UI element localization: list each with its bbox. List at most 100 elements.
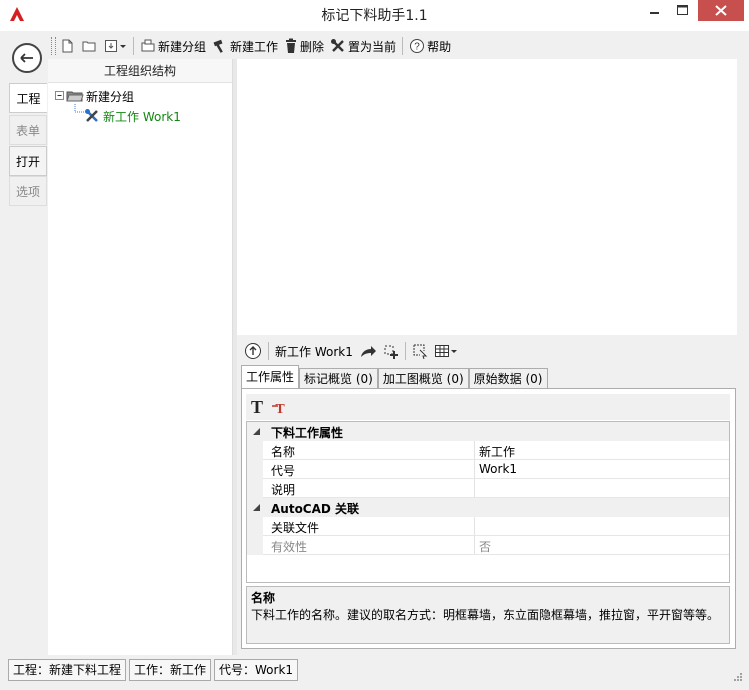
title-bar: 标记下料助手1.1: [0, 0, 749, 31]
help-button[interactable]: ? 帮助: [406, 35, 454, 57]
table-dropdown-button[interactable]: [431, 340, 461, 362]
tools-icon: [331, 39, 344, 52]
help-icon: ?: [410, 39, 425, 53]
new-group-icon: [141, 39, 155, 52]
status-code: 代号：Work1: [214, 659, 299, 681]
new-work-button[interactable]: 新建工作: [209, 35, 281, 57]
text-format-icon: T: [272, 402, 285, 416]
collapse-icon[interactable]: [54, 90, 66, 102]
tree-header: 工程组织结构: [48, 59, 232, 83]
current-work-label: 新工作 Work1: [275, 344, 353, 359]
set-current-button[interactable]: 置为当前: [327, 35, 399, 57]
property-grid: 下料工作属性 名称 新工作 代号 Work1 说明 AutoCAD 关联 关联文…: [246, 421, 730, 583]
property-value[interactable]: 否: [479, 538, 491, 555]
tab-mark-overview[interactable]: 标记概览 (0): [299, 368, 378, 389]
category-label: AutoCAD 关联: [271, 502, 360, 516]
detail-tabs: 工作属性 标记概览 (0) 加工图概览 (0) 原始数据 (0): [241, 365, 548, 389]
back-button[interactable]: [12, 43, 42, 73]
property-row[interactable]: 关联文件: [247, 517, 729, 536]
tree-work-label: 新工作 Work1: [103, 109, 181, 124]
sidebar-tab-project[interactable]: 工程: [9, 83, 47, 113]
property-value[interactable]: Work1: [479, 462, 517, 476]
detail-toolbar: 新工作 Work1: [241, 339, 737, 363]
tree-node-group[interactable]: 新建分组: [54, 86, 134, 106]
property-row[interactable]: 有效性 否: [247, 536, 729, 555]
status-project: 工程：新建下料工程: [8, 659, 127, 681]
maximize-button[interactable]: [668, 0, 696, 21]
select-button[interactable]: [409, 340, 431, 362]
collapse-triangle-icon[interactable]: [252, 427, 261, 436]
open-folder-button[interactable]: [78, 35, 100, 57]
back-arrow-icon: [20, 53, 33, 63]
main-toolbar: 新建分组 新建工作 删除 置为当前 ? 帮助: [47, 33, 737, 59]
property-toolbar: T T: [246, 394, 730, 420]
sidebar-tab-forms[interactable]: 表单: [9, 115, 47, 145]
add-points-icon: [384, 345, 398, 359]
toolbar-separator: [133, 37, 134, 55]
category-row[interactable]: AutoCAD 关联: [247, 498, 729, 517]
resize-grip-icon[interactable]: [733, 672, 743, 682]
trash-icon: [286, 38, 297, 53]
description-title: 名称: [251, 591, 276, 605]
new-work-label: 新建工作: [230, 39, 279, 54]
property-name: 关联文件: [271, 521, 320, 535]
set-current-label: 置为当前: [348, 39, 397, 54]
sidebar-tab-open[interactable]: 打开: [9, 146, 47, 176]
help-label: 帮助: [427, 39, 452, 54]
svg-text:?: ?: [414, 42, 420, 53]
category-label: 下料工作属性: [271, 426, 344, 440]
folder-icon: [82, 41, 96, 52]
minimize-button[interactable]: [640, 0, 668, 21]
close-button[interactable]: [698, 0, 744, 21]
tab-raw-data[interactable]: 原始数据 (0): [468, 368, 548, 389]
add-points-button[interactable]: [380, 340, 402, 362]
up-button[interactable]: [241, 340, 265, 362]
tree-node-work[interactable]: 新工作 Work1: [84, 106, 181, 126]
delete-label: 删除: [300, 39, 325, 54]
toolbar-separator: [402, 37, 404, 55]
forward-arrow-icon: [360, 346, 376, 357]
forward-button[interactable]: [356, 340, 380, 362]
chevron-down-icon: [450, 350, 457, 353]
text-style-button[interactable]: T: [246, 396, 268, 418]
svg-text:T: T: [251, 398, 263, 416]
collapse-triangle-icon[interactable]: [252, 503, 261, 512]
hammer-icon: [213, 39, 223, 53]
preview-area: [237, 59, 737, 335]
new-group-label: 新建分组: [158, 39, 207, 54]
tab-work-properties[interactable]: 工作属性: [241, 365, 300, 389]
sidebar-tab-options[interactable]: 选项: [9, 176, 47, 206]
window-title: 标记下料助手1.1: [321, 8, 428, 24]
property-description: 名称 下料工作的名称。建议的取名方式：明框幕墙，东立面隐框幕墙，推拉窗，平开窗等…: [246, 586, 730, 644]
status-bar: 工程：新建下料工程 工作：新工作 代号：Work1: [0, 656, 749, 690]
property-name: 说明: [271, 483, 296, 497]
tree-group-label: 新建分组: [86, 89, 135, 104]
toolbar-separator: [404, 342, 406, 360]
save-icon: [105, 40, 117, 52]
new-file-button[interactable]: [56, 35, 78, 57]
property-row[interactable]: 说明: [247, 479, 729, 498]
up-arrow-icon: [245, 343, 261, 359]
property-row[interactable]: 代号 Work1: [247, 460, 729, 479]
sidebar: 工程 表单 打开 选项: [7, 31, 47, 655]
new-group-button[interactable]: 新建分组: [137, 35, 209, 57]
property-row[interactable]: 名称 新工作: [247, 441, 729, 460]
category-row[interactable]: 下料工作属性: [247, 422, 729, 441]
toolbar-separator: [268, 342, 269, 360]
property-name: 代号: [271, 464, 296, 478]
property-value[interactable]: 新工作: [479, 443, 515, 460]
project-tree-panel: 工程组织结构 新建分组 新工作 Work1: [48, 59, 233, 655]
group-folder-icon: [66, 91, 84, 102]
status-work: 工作：新工作: [129, 659, 212, 681]
text-t-icon: T: [251, 398, 263, 416]
save-dropdown-button[interactable]: [100, 35, 130, 57]
tab-drawing-overview[interactable]: 加工图概览 (0): [377, 368, 469, 389]
text-format-button[interactable]: T: [268, 396, 290, 418]
property-name: 名称: [271, 445, 296, 459]
delete-button[interactable]: 删除: [281, 35, 327, 57]
work-tools-icon: [85, 109, 98, 122]
table-icon: [434, 345, 449, 357]
chevron-down-icon: [120, 45, 126, 48]
property-tab-body: T T 下料工作属性 名称 新工作 代号 Work1 说明 AutoCAD 关联…: [241, 388, 736, 649]
svg-text:T: T: [275, 402, 285, 416]
